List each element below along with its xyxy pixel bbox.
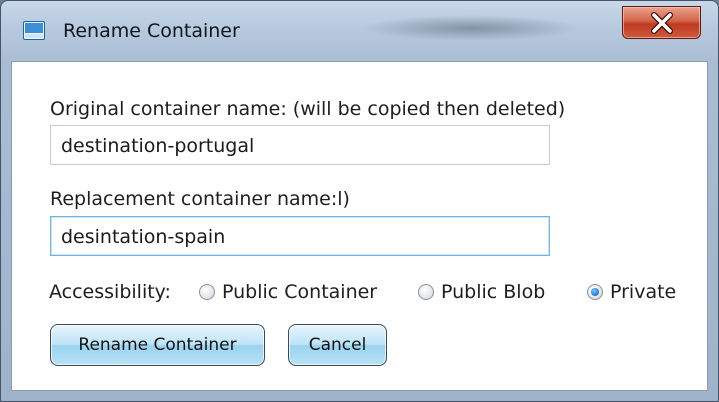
replacement-name-field[interactable]: desintation-spain (50, 216, 550, 256)
close-button[interactable] (622, 6, 701, 39)
window-title: Rename Container (63, 20, 240, 42)
original-name-field[interactable]: destination-portugal (50, 125, 550, 165)
title-bar[interactable]: Rename Container (1, 1, 718, 61)
cancel-button[interactable]: Cancel (288, 324, 387, 366)
radio-public-container-label[interactable]: Public Container (222, 281, 377, 303)
radio-private[interactable] (587, 284, 603, 300)
radio-public-blob[interactable] (418, 284, 434, 300)
dialog-content: Original container name: (will be copied… (11, 61, 708, 391)
original-name-label: Original container name: (will be copied… (50, 98, 566, 120)
window-app-icon (23, 21, 45, 40)
accessibility-label: Accessibility: (49, 281, 171, 303)
title-bar-glare (361, 15, 581, 41)
replacement-name-label: Replacement container name:l) (50, 188, 350, 210)
rename-container-button[interactable]: Rename Container (50, 324, 265, 366)
radio-private-label[interactable]: Private (610, 281, 676, 303)
radio-public-container[interactable] (199, 284, 215, 300)
radio-selected-dot (591, 288, 599, 296)
radio-public-blob-label[interactable]: Public Blob (441, 281, 545, 303)
close-icon (651, 12, 673, 34)
rename-container-dialog: Rename Container Original container name… (0, 0, 719, 402)
